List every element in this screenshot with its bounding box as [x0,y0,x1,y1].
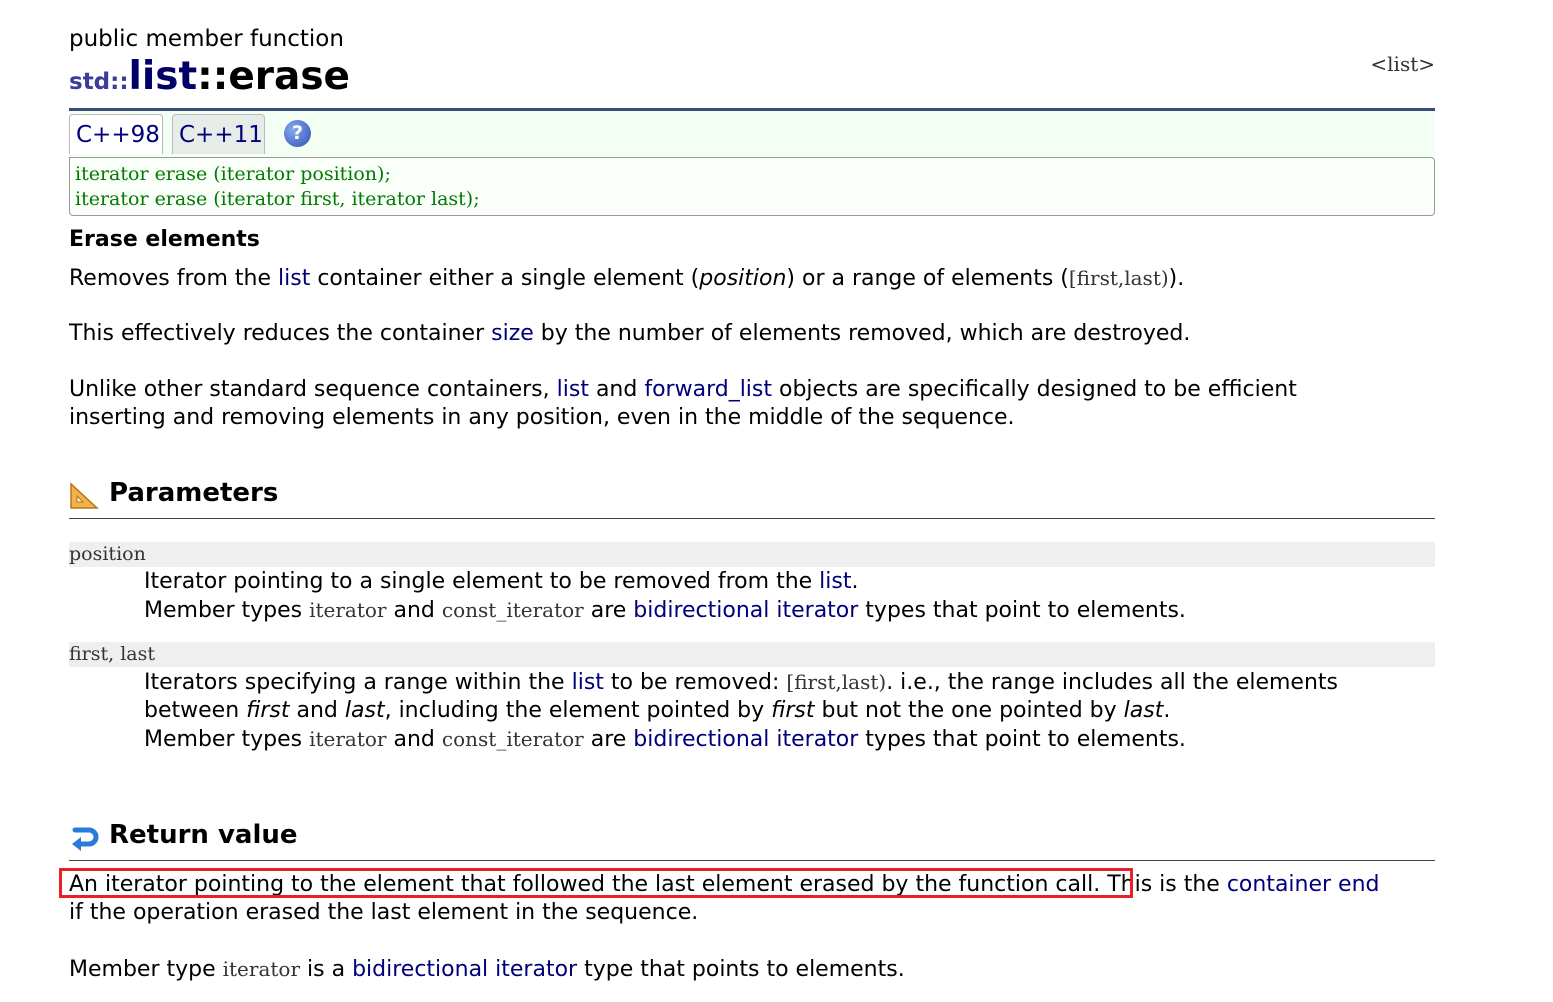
list-link[interactable]: list [572,670,604,695]
bidirectional-iterator-link[interactable]: bidirectional iterator [633,598,858,623]
namespace-label: std:: [69,69,129,95]
parameters-heading: Parameters [69,478,1435,519]
summary-paragraph-3: Unlike other standard sequence container… [69,377,1297,430]
summary-paragraph-1: Removes from the list container either a… [69,266,1185,291]
size-link[interactable]: size [491,321,534,346]
version-tabs: C++98 C++11 ? [69,111,1435,157]
help-icon[interactable]: ? [284,120,311,147]
summary-heading: Erase elements [69,227,260,252]
range-code: [first,last) [1068,266,1169,290]
prototype-single: iterator erase (iterator position); [75,163,391,185]
member-kind: public member function [69,26,344,52]
list-link[interactable]: list [557,377,589,402]
prototype-range: iterator erase (iterator first, iterator… [75,188,480,210]
summary-paragraph-2: This effectively reduces the container s… [69,321,1191,346]
tab-cpp11[interactable]: C++11 [172,114,265,154]
return-arrow-icon [72,827,99,851]
bidirectional-iterator-link[interactable]: bidirectional iterator [352,957,577,982]
param-desc-position: Iterator pointing to a single element to… [144,569,1186,623]
class-name: list [128,54,198,99]
page-title: std::list::erase [69,54,350,99]
container-end-link[interactable]: container end [1227,872,1380,897]
bidirectional-iterator-link[interactable]: bidirectional iterator [633,727,858,752]
list-link[interactable]: list [278,266,310,291]
list-link[interactable]: list [819,569,851,594]
member-name: erase [228,54,351,99]
param-name-position: position [69,542,1435,567]
prototype-box: iterator erase (iterator position); iter… [69,157,1435,216]
scope-separator: :: [197,54,229,99]
forward-list-link[interactable]: forward_list [644,377,772,402]
return-value-paragraph-2: Member type iterator is a bidirectional … [69,957,905,982]
tab-cpp98[interactable]: C++98 [69,114,163,154]
param-name-first-last: first, last [69,642,1435,667]
param-desc-first-last: Iterators specifying a range within the … [144,670,1338,752]
highlight-box [59,868,1133,898]
set-square-icon [70,482,99,509]
header-file-link[interactable]: <list> [1370,52,1435,76]
return-value-heading: Return value [69,820,1435,861]
